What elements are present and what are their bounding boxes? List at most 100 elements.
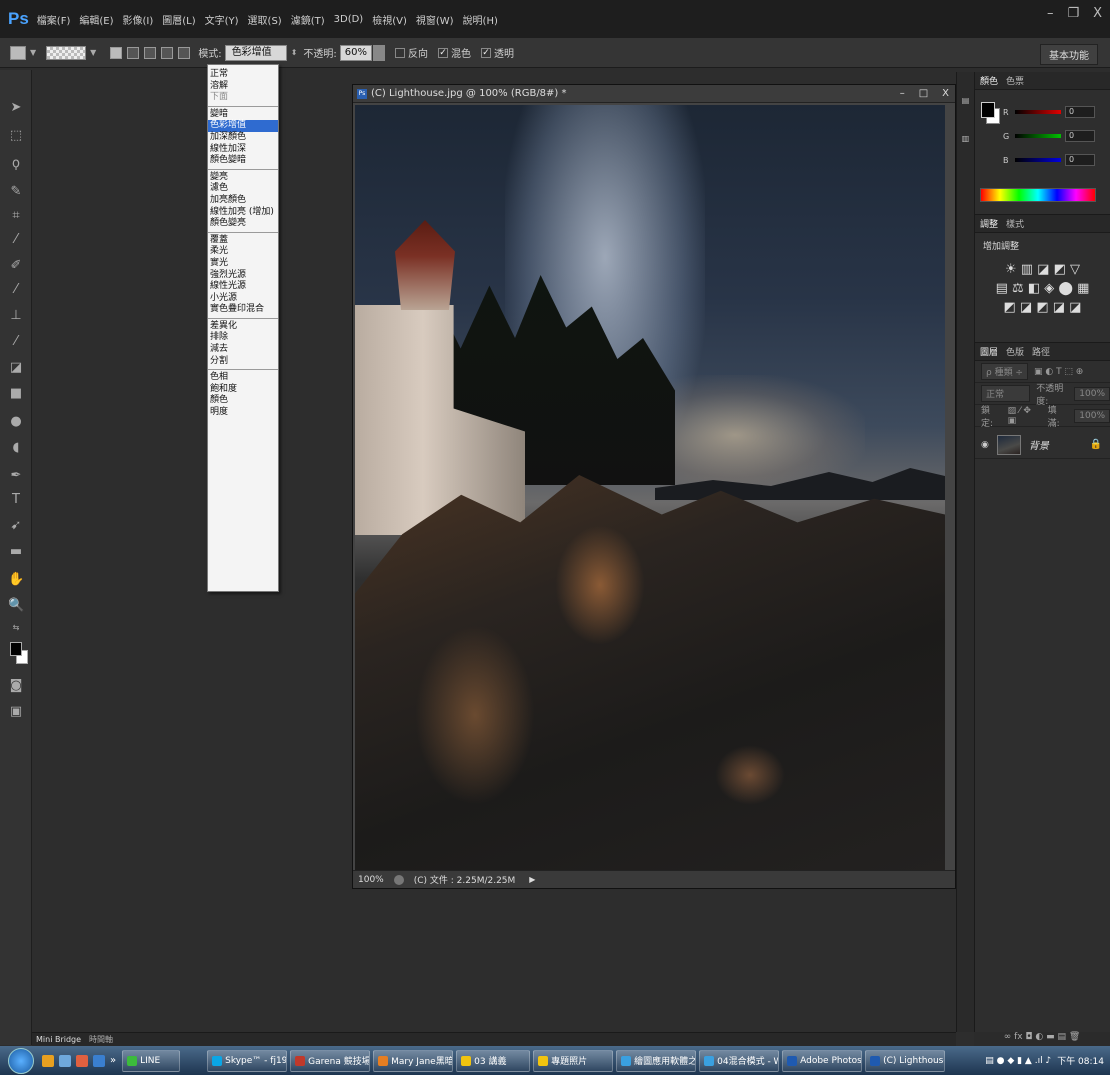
layer-kind-filter[interactable]: ρ 種類 ÷ (981, 363, 1028, 380)
tab-color[interactable]: 顏色 (980, 74, 998, 87)
color-spectrum-bar[interactable] (980, 188, 1096, 202)
close-button[interactable]: X (1093, 6, 1102, 21)
blend-option[interactable]: 濾色 (208, 183, 278, 195)
transparency-box[interactable]: ✓ (481, 47, 491, 58)
layer-blend-select[interactable]: 正常 (981, 385, 1031, 402)
menu-type[interactable]: 文字(Y) (205, 12, 239, 27)
blend-option[interactable]: 減去 (208, 344, 278, 356)
screen-mode-icon[interactable]: ▣ (8, 704, 24, 720)
firefox-icon[interactable] (42, 1054, 54, 1067)
blend-option[interactable]: 色相 (208, 372, 278, 384)
tool-preset-picker[interactable] (10, 45, 26, 60)
blend-option-selected[interactable]: 色彩增值 (208, 120, 278, 132)
move-tool-icon[interactable]: ➤ (8, 100, 24, 116)
layer-row-background[interactable]: ◉ 背景 🔒 (975, 431, 1110, 459)
blend-option[interactable]: 飽和度 (208, 384, 278, 396)
properties-panel-icon[interactable]: ▥ (960, 134, 972, 148)
status-icon[interactable] (393, 874, 404, 885)
taskbar-item-browser[interactable]: Mary Jane黑暗彩... (373, 1049, 454, 1072)
tab-paths[interactable]: 路徑 (1032, 345, 1050, 358)
taskbar-item-skype[interactable]: Skype™ - fj1948... (207, 1049, 288, 1072)
radial-gradient-button[interactable] (127, 46, 140, 59)
blend-option[interactable]: 變亮 (208, 172, 278, 184)
red-value[interactable]: 0 (1065, 106, 1095, 118)
adjustment-icons-row-1[interactable]: ☀ ▥ ◪ ◩ ▽ (975, 262, 1110, 277)
blue-value[interactable]: 0 (1065, 154, 1095, 166)
green-value[interactable]: 0 (1065, 130, 1095, 142)
foreground-color-swatch[interactable] (10, 642, 22, 656)
tab-swatches[interactable]: 色票 (1006, 74, 1024, 87)
blend-option[interactable]: 實光 (208, 258, 278, 270)
doc-maximize-button[interactable]: □ (919, 88, 928, 99)
fill-input[interactable]: 100% (1074, 408, 1110, 423)
filter-icons[interactable]: ▣ ◐ T ⬚ ⊕ (1034, 367, 1083, 377)
doc-close-button[interactable]: X (942, 88, 949, 99)
blend-option[interactable]: 顏色變亮 (208, 218, 278, 230)
tab-channels[interactable]: 色版 (1006, 345, 1024, 358)
tray-icons[interactable]: ▤ ● ◆ ▮ ▲ .ıl ♪ (985, 1056, 1051, 1066)
gradient-tool-icon[interactable]: ■ (8, 386, 24, 402)
marquee-tool-icon[interactable]: ⬚ (8, 128, 24, 144)
blend-option[interactable]: 線性加亮 (增加) (208, 207, 278, 219)
blend-option[interactable]: 實色疊印混合 (208, 304, 278, 316)
blend-option[interactable]: 分割 (208, 356, 278, 368)
tab-styles[interactable]: 樣式 (1006, 217, 1024, 230)
shape-tool-icon[interactable]: ▬ (8, 544, 24, 560)
gradient-picker[interactable] (46, 45, 87, 60)
blend-option[interactable]: 柔光 (208, 246, 278, 258)
linear-gradient-button[interactable] (110, 46, 123, 59)
dither-box[interactable]: ✓ (438, 47, 448, 58)
blend-option[interactable]: 溶解 (208, 81, 278, 93)
taskbar-item-photoshop-doc[interactable]: (C) Lighthouse.j... (865, 1049, 946, 1072)
swap-colors-icon[interactable]: ⇆ (8, 620, 24, 636)
gradient-dropdown-icon[interactable]: ▼ (90, 48, 96, 57)
clone-stamp-tool-icon[interactable]: ⊥ (8, 308, 24, 324)
history-brush-tool-icon[interactable]: ⁄ (8, 334, 24, 350)
menu-file[interactable]: 檔案(F) (37, 12, 71, 27)
taskbar-item-folder[interactable]: 專題照片 (533, 1049, 614, 1072)
blend-option[interactable]: 小光源 (208, 293, 278, 305)
tab-layers[interactable]: 圖層 (980, 345, 998, 358)
menu-3d[interactable]: 3D(D) (334, 14, 364, 25)
eraser-tool-icon[interactable]: ◪ (8, 360, 24, 376)
workspace-switcher[interactable]: 基本功能 (1040, 44, 1098, 65)
ie-icon[interactable] (93, 1054, 105, 1067)
tab-mini-bridge[interactable]: Mini Bridge (36, 1035, 81, 1044)
layers-panel-toolbar[interactable]: ∞ fx ◘ ◐ ▬ ▤ 🗑 (974, 1032, 1110, 1046)
fg-color-swatch[interactable] (981, 102, 995, 118)
blend-option[interactable]: 明度 (208, 407, 278, 419)
chevron-down-icon[interactable]: ▼ (30, 48, 36, 57)
eye-icon[interactable]: ◉ (981, 440, 989, 450)
taskbar-item-document[interactable]: 繪圖應用軟體之... (616, 1049, 697, 1072)
dodge-tool-icon[interactable]: ◖ (8, 440, 24, 456)
menu-view[interactable]: 檢視(V) (372, 12, 407, 27)
blend-option[interactable]: 加亮顏色 (208, 195, 278, 207)
lock-icons[interactable]: ▨ ⁄ ✥ ▣ (1008, 406, 1042, 426)
menu-edit[interactable]: 編輯(E) (79, 12, 113, 27)
adjustment-icons-row-2[interactable]: ▤ ⚖ ◧ ◈ ⬤ ▦ (975, 281, 1110, 296)
start-button[interactable] (8, 1047, 34, 1074)
hand-tool-icon[interactable]: ✋ (8, 572, 24, 588)
diamond-gradient-button[interactable] (178, 46, 191, 59)
restore-button[interactable]: ❐ (1067, 6, 1079, 21)
lasso-tool-icon[interactable]: ϙ (8, 156, 24, 172)
blend-option[interactable]: 差異化 (208, 321, 278, 333)
tab-timeline[interactable]: 時間軸 (89, 1034, 113, 1045)
pen-tool-icon[interactable]: ✒ (8, 468, 24, 484)
menu-help[interactable]: 說明(H) (463, 12, 498, 27)
taskbar-item-document[interactable]: 04混合模式 - Wi... (699, 1049, 780, 1072)
menu-select[interactable]: 選取(S) (248, 12, 282, 27)
blend-option[interactable]: 正常 (208, 69, 278, 81)
green-slider[interactable] (1015, 134, 1061, 138)
reverse-box[interactable] (395, 47, 405, 58)
reverse-checkbox[interactable]: 反向 (395, 45, 428, 60)
doc-minimize-button[interactable]: – (900, 88, 905, 99)
menu-image[interactable]: 影像(I) (122, 12, 153, 27)
path-select-tool-icon[interactable]: ➹ (8, 518, 24, 534)
mode-select[interactable]: 色彩增值 (224, 44, 287, 61)
status-menu-arrow-icon[interactable]: ▶ (529, 875, 535, 884)
clock[interactable]: 下午 08:14 (1057, 1054, 1104, 1067)
mode-dropdown-icon[interactable]: ⬍ (291, 48, 298, 57)
zoom-tool-icon[interactable]: 🔍 (8, 598, 24, 614)
blend-option[interactable]: 強烈光源 (208, 270, 278, 282)
